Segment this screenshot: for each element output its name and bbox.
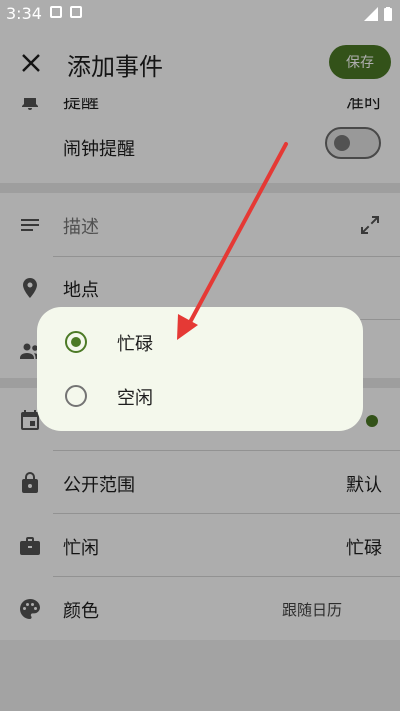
radio-unchecked-icon[interactable]: [65, 385, 87, 407]
option-free-label: 空闲: [117, 388, 153, 409]
option-busy-label: 忙碌: [117, 334, 153, 355]
option-busy[interactable]: 忙碌: [37, 315, 363, 369]
availability-dialog: 忙碌 空闲: [37, 307, 363, 431]
status-time: 3:34: [6, 4, 42, 23]
status-bar: 3:34: [0, 0, 400, 28]
system-icons: [364, 6, 392, 25]
image-notification-icon: [50, 6, 62, 18]
battery-icon: [384, 6, 392, 25]
notification-icons: [50, 6, 82, 18]
radio-checked-icon[interactable]: [65, 331, 87, 353]
signal-icon: [364, 6, 378, 25]
option-free[interactable]: 空闲: [37, 369, 363, 423]
app-notification-icon: [70, 6, 82, 18]
